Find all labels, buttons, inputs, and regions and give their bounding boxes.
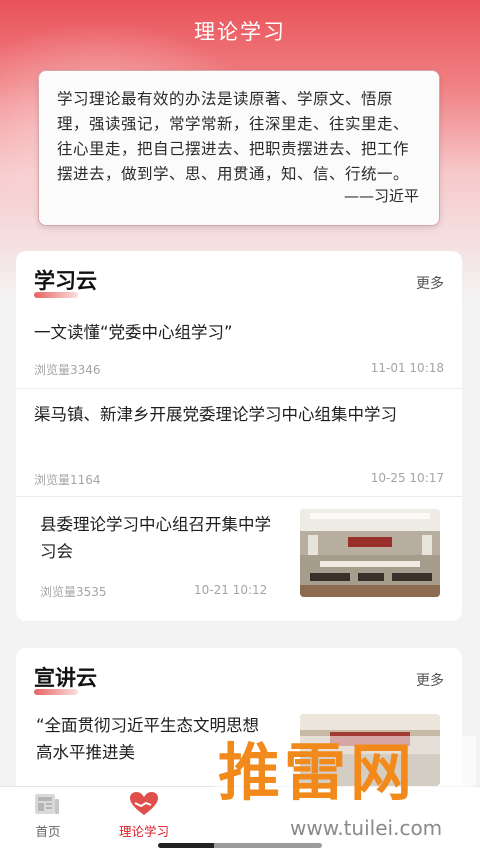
article-item[interactable]: 渠马镇、新津乡开展党委理论学习中心组集中学习 浏览量1164 10-25 10:… — [16, 389, 462, 497]
meeting-room-image — [300, 509, 440, 597]
watermark-url: www.tuilei.com — [290, 816, 443, 840]
more-link[interactable]: 更多 — [416, 670, 444, 690]
heart-hands-icon — [130, 792, 158, 815]
quote-text: 学习理论最有效的办法是读原著、学原文、悟原理，强读强记，常学常新，往深里走、往实… — [57, 90, 410, 183]
watermark: 推雷网 www.tuilei.com — [214, 736, 476, 850]
article-item[interactable]: 一文读懂“党委中心组学习” 浏览量3346 11-01 10:18 — [16, 311, 462, 389]
quote-author: ——习近平 — [343, 187, 419, 205]
more-link[interactable]: 更多 — [416, 273, 444, 293]
article-thumbnail — [300, 509, 440, 597]
article-title: 县委理论学习中心组召开集中学习会 — [40, 515, 271, 561]
publish-time: 11-01 10:18 — [370, 361, 444, 375]
page-title: 理论学习 — [194, 20, 286, 44]
publish-time: 10-25 10:17 — [370, 471, 444, 485]
article-title: 渠马镇、新津乡开展党委理论学习中心组集中学习 — [34, 405, 397, 424]
article-title: 一文读懂“党委中心组学习” — [34, 323, 233, 342]
view-count: 浏览量3535 — [40, 585, 107, 599]
tab-label: 理论学习 — [118, 824, 169, 839]
section-header: 学习云 更多 — [16, 251, 462, 311]
publish-time: 10-21 10:12 — [194, 583, 268, 597]
article-item[interactable]: 县委理论学习中心组召开集中学习会 浏览量3535 10-21 10:12 — [16, 497, 462, 621]
tab-label: 首页 — [35, 824, 61, 839]
quote-card: 学习理论最有效的办法是读原著、学原文、悟原理，强读强记，常学常新，往深里走、往实… — [38, 70, 440, 226]
tab-home[interactable]: 首页 — [0, 787, 96, 853]
study-cloud-section: 学习云 更多 一文读懂“党委中心组学习” 浏览量3346 11-01 10:18… — [16, 251, 462, 621]
section-title: 宣讲云 — [34, 662, 97, 695]
view-count: 浏览量3346 — [34, 363, 101, 377]
section-title: 学习云 — [34, 265, 97, 298]
view-count: 浏览量1164 — [34, 473, 101, 487]
newspaper-icon — [35, 794, 59, 814]
section-header: 宣讲云 更多 — [16, 648, 462, 708]
watermark-logo: 推雷网 — [218, 736, 417, 809]
